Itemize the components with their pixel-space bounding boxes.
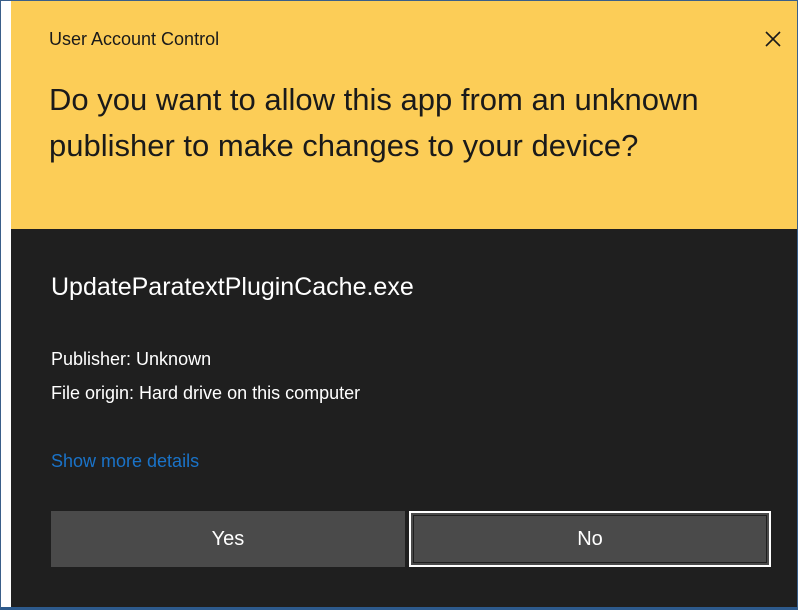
close-button[interactable] <box>753 19 793 59</box>
dialog-edge <box>1 1 11 607</box>
file-origin-info: File origin: Hard drive on this computer <box>51 383 361 403</box>
prompt-question: Do you want to allow this app from an un… <box>49 82 699 163</box>
dialog-body: UpdateParatextPluginCache.exe Publisher:… <box>11 229 797 607</box>
focus-ring <box>413 515 767 563</box>
no-button[interactable]: No <box>409 511 771 567</box>
close-icon <box>765 31 781 47</box>
window-title: User Account Control <box>49 29 220 49</box>
yes-button[interactable]: Yes <box>51 511 405 567</box>
publisher-info: Publisher: Unknown <box>51 349 212 369</box>
app-name: UpdateParatextPluginCache.exe <box>51 273 414 301</box>
yes-button-label: Yes <box>211 527 245 550</box>
show-more-details-link[interactable]: Show more details <box>51 451 199 472</box>
uac-dialog: User Account Control Do you want to allo… <box>0 0 798 610</box>
dialog-header: User Account Control Do you want to allo… <box>11 1 797 229</box>
